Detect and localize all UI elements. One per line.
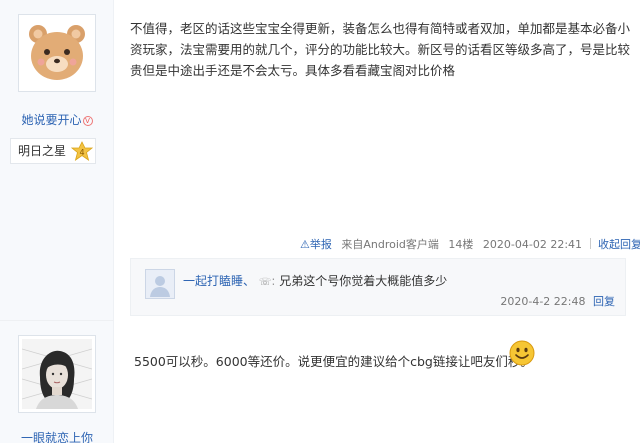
separator [589,238,591,249]
reply-line: 一起打瞌睡、 ☏: 兄弟这个号你觉着大概能值多少 [183,274,448,288]
author-name[interactable]: 一眼就恋上你 [0,429,114,443]
default-user-icon [150,276,170,297]
post-content-column: 不值得，老区的话这些宝宝全得更新，装备怎么也得有简特或者双加，单加都是基本必备小… [114,0,640,443]
floor-number: 14楼 [448,238,474,251]
collapse-replies-link[interactable]: 收起回复 [598,238,640,251]
bear-avatar-icon [22,18,92,88]
reply-username[interactable]: 一起打瞌睡、 [183,274,255,288]
reply-tail: 2020-4-2 22:48 回复 [500,293,615,309]
avatar[interactable] [18,14,96,92]
vip-icon: V [82,116,93,126]
smile-emoji-icon [509,340,535,366]
level-star-icon: 4 [71,141,93,161]
avatar[interactable] [18,335,96,413]
phone-icon: ☏ [258,277,272,288]
post-tail: ⚠举报 来自Android客户端 14楼 2020-04-02 22:41 收起… [300,236,640,252]
post-time: 2020-04-02 22:41 [482,238,583,251]
rank-level: 4 [79,148,84,157]
warning-icon: ⚠ [300,238,310,251]
report-link[interactable]: ⚠举报 [300,238,332,251]
post-body: 不值得，老区的话这些宝宝全得更新，装备怎么也得有简特或者双加，单加都是基本必备小… [130,21,631,78]
reply-text: 兄弟这个号你觉着大概能值多少 [279,274,448,288]
client-source: 来自Android客户端 [341,238,439,251]
reply-time: 2020-4-2 22:48 [500,295,586,308]
post-body: 5500可以秒。6000等还价。说更便宜的建议给个cbg链接让吧友们秒。 [134,354,533,369]
rank-label: 明日之星 [18,144,67,158]
reply-avatar[interactable] [145,269,175,299]
portrait-avatar-icon [22,339,92,409]
reply-box: 一起打瞌睡、 ☏: 兄弟这个号你觉着大概能值多少 2020-4-2 22:48 … [130,258,626,316]
reply-button[interactable]: 回复 [593,295,615,308]
author-name[interactable]: 她说要开心 V [0,111,114,128]
rank-badge[interactable]: 明日之星 4 [10,138,96,164]
author-column: 她说要开心 V 明日之星 4 一眼就恋上你 [0,0,114,443]
